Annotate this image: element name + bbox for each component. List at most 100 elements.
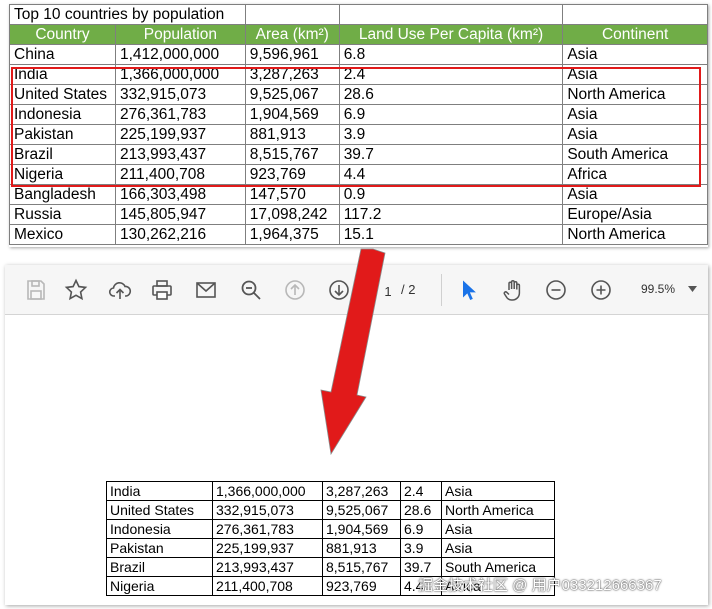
- cell-area[interactable]: 9,525,067: [322, 500, 401, 520]
- cell-area[interactable]: 1,904,569: [322, 519, 401, 539]
- cell-continent[interactable]: Asia: [562, 124, 708, 145]
- cell-continent[interactable]: Asia: [562, 64, 708, 85]
- cell-land-use[interactable]: 6.9: [338, 104, 564, 125]
- print-button[interactable]: [148, 276, 176, 304]
- zoom-dropdown-button[interactable]: [685, 281, 699, 297]
- spreadsheet-cell[interactable]: [338, 4, 564, 25]
- cell-population[interactable]: 276,361,783: [114, 104, 246, 125]
- cell-country[interactable]: Indonesia: [9, 104, 116, 125]
- cell-continent[interactable]: Asia: [441, 519, 555, 539]
- zoom-in-button[interactable]: [587, 276, 615, 304]
- cell-population[interactable]: 1,366,000,000: [212, 481, 323, 501]
- cell-country[interactable]: Bangladesh: [9, 184, 116, 205]
- cell-land-use[interactable]: 6.8: [338, 44, 564, 65]
- cell-land-use[interactable]: 4.4: [338, 164, 564, 185]
- cell-land-use[interactable]: 39.7: [338, 144, 564, 165]
- cell-population[interactable]: 145,805,947: [114, 204, 246, 225]
- cell-population[interactable]: 276,361,783: [212, 519, 323, 539]
- cell-land-use[interactable]: 2.4: [400, 481, 442, 501]
- cell-country[interactable]: Pakistan: [9, 124, 116, 145]
- spreadsheet-cell[interactable]: [562, 4, 708, 25]
- next-page-button[interactable]: [325, 276, 353, 304]
- page-number-input[interactable]: [371, 279, 405, 303]
- column-header-continent[interactable]: Continent: [562, 24, 708, 45]
- cell-continent[interactable]: South America: [441, 557, 555, 577]
- column-header-population[interactable]: Population: [114, 24, 246, 45]
- cell-land-use[interactable]: 39.7: [400, 557, 442, 577]
- cell-area[interactable]: 8,515,767: [322, 557, 401, 577]
- hand-tool-button[interactable]: [499, 276, 527, 304]
- cell-area[interactable]: 923,769: [322, 576, 401, 596]
- table-title[interactable]: Top 10 countries by population: [9, 4, 246, 25]
- cell-land-use[interactable]: 3.9: [400, 538, 442, 558]
- cell-continent[interactable]: Europe/Asia: [562, 204, 708, 225]
- email-button[interactable]: [192, 276, 220, 304]
- cell-population[interactable]: 213,993,437: [212, 557, 323, 577]
- cell-population[interactable]: 225,199,937: [212, 538, 323, 558]
- cell-country[interactable]: Pakistan: [106, 538, 213, 558]
- cell-land-use[interactable]: 28.6: [400, 500, 442, 520]
- cell-country[interactable]: India: [106, 481, 213, 501]
- cell-country[interactable]: Mexico: [9, 224, 116, 245]
- cell-continent[interactable]: North America: [441, 500, 555, 520]
- cell-population[interactable]: 211,400,708: [212, 576, 323, 596]
- bookmark-button[interactable]: [62, 276, 90, 304]
- cell-continent[interactable]: Africa: [441, 576, 555, 596]
- cell-area[interactable]: 17,098,242: [244, 204, 340, 225]
- zoom-out-button[interactable]: [542, 276, 570, 304]
- cell-population[interactable]: 166,303,498: [114, 184, 246, 205]
- cell-land-use[interactable]: 15.1: [338, 224, 564, 245]
- cell-country[interactable]: United States: [106, 500, 213, 520]
- cell-population[interactable]: 1,412,000,000: [114, 44, 246, 65]
- save-button[interactable]: [22, 276, 50, 304]
- cell-land-use[interactable]: 117.2: [338, 204, 564, 225]
- cell-land-use[interactable]: 0.9: [338, 184, 564, 205]
- cell-area[interactable]: 1,904,569: [244, 104, 340, 125]
- cell-continent[interactable]: Asia: [562, 104, 708, 125]
- upload-button[interactable]: [106, 276, 134, 304]
- cell-population[interactable]: 1,366,000,000: [114, 64, 246, 85]
- cell-country[interactable]: Brazil: [9, 144, 116, 165]
- cell-country[interactable]: China: [9, 44, 116, 65]
- cell-country[interactable]: Indonesia: [106, 519, 213, 539]
- cell-continent[interactable]: Asia: [441, 538, 555, 558]
- cell-area[interactable]: 881,913: [244, 124, 340, 145]
- cell-population[interactable]: 211,400,708: [114, 164, 246, 185]
- select-tool-button[interactable]: [455, 276, 483, 304]
- cell-land-use[interactable]: 4.4: [400, 576, 442, 596]
- cell-area[interactable]: 3,287,263: [322, 481, 401, 501]
- cell-area[interactable]: 3,287,263: [244, 64, 340, 85]
- cell-continent[interactable]: Africa: [562, 164, 708, 185]
- cell-country[interactable]: United States: [9, 84, 116, 105]
- cell-country[interactable]: Brazil: [106, 557, 213, 577]
- search-button[interactable]: [237, 276, 265, 304]
- cell-area[interactable]: 9,596,961: [244, 44, 340, 65]
- cell-area[interactable]: 923,769: [244, 164, 340, 185]
- cell-continent[interactable]: Asia: [562, 44, 708, 65]
- cell-continent[interactable]: Asia: [441, 481, 555, 501]
- cell-country[interactable]: India: [9, 64, 116, 85]
- previous-page-button[interactable]: [281, 276, 309, 304]
- column-header-area[interactable]: Area (km²): [244, 24, 340, 45]
- cell-area[interactable]: 147,570: [244, 184, 340, 205]
- cell-population[interactable]: 332,915,073: [114, 84, 246, 105]
- cell-continent[interactable]: North America: [562, 224, 708, 245]
- cell-population[interactable]: 225,199,937: [114, 124, 246, 145]
- column-header-land-use[interactable]: Land Use Per Capita (km²): [338, 24, 564, 45]
- cell-country[interactable]: Nigeria: [9, 164, 116, 185]
- spreadsheet-cell[interactable]: [244, 4, 340, 25]
- cell-population[interactable]: 130,262,216: [114, 224, 246, 245]
- cell-country[interactable]: Russia: [9, 204, 116, 225]
- cell-continent[interactable]: South America: [562, 144, 708, 165]
- cell-country[interactable]: Nigeria: [106, 576, 213, 596]
- cell-land-use[interactable]: 6.9: [400, 519, 442, 539]
- column-header-country[interactable]: Country: [9, 24, 116, 45]
- cell-area[interactable]: 9,525,067: [244, 84, 340, 105]
- cell-population[interactable]: 332,915,073: [212, 500, 323, 520]
- cell-land-use[interactable]: 3.9: [338, 124, 564, 145]
- zoom-level-select[interactable]: 99.5%: [641, 282, 675, 296]
- cell-population[interactable]: 213,993,437: [114, 144, 246, 165]
- cell-land-use[interactable]: 2.4: [338, 64, 564, 85]
- cell-continent[interactable]: Asia: [562, 184, 708, 205]
- cell-area[interactable]: 8,515,767: [244, 144, 340, 165]
